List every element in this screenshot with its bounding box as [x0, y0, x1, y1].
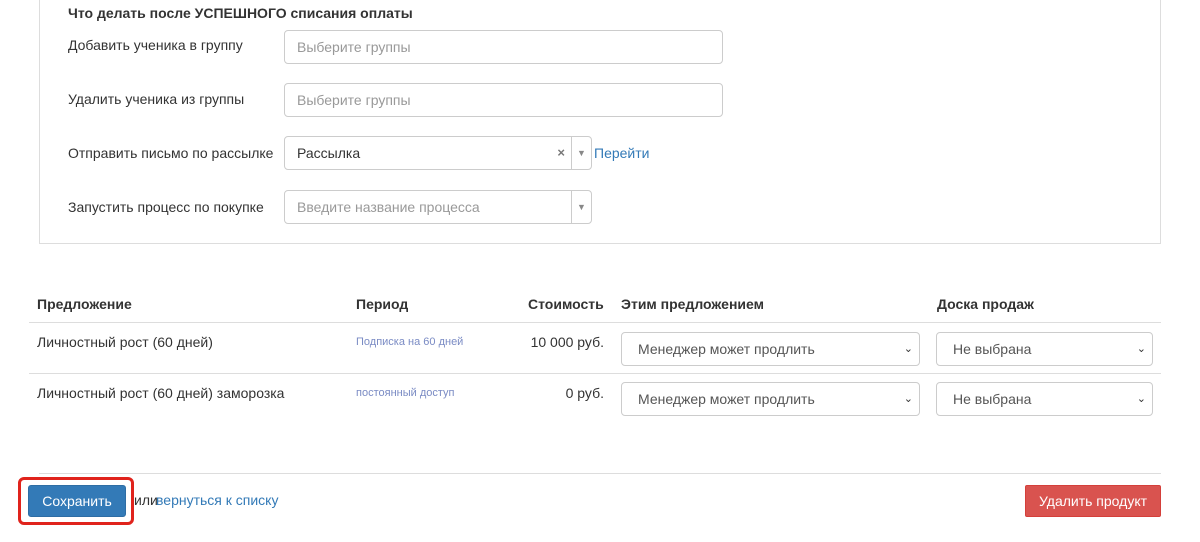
sales-board-select-value: Не выбрана [953, 341, 1032, 357]
price: 10 000 руб. [530, 334, 604, 350]
column-header-period: Период [356, 296, 409, 312]
add-to-group-placeholder: Выберите группы [297, 39, 411, 55]
remove-from-group-placeholder: Выберите группы [297, 92, 411, 108]
period-label: Подписка на 60 дней [356, 336, 464, 348]
process-select-placeholder: Введите название процесса [297, 199, 480, 215]
send-mail-label: Отправить письмо по рассылке [68, 145, 274, 161]
dropdown-arrow-icon[interactable]: ▼ [571, 191, 591, 223]
mailing-select-value: Рассылка [297, 145, 361, 161]
start-process-label: Запустить процесс по покупке [68, 199, 264, 215]
mailing-select[interactable]: Рассылка × ▼ [284, 136, 592, 170]
sales-board-select[interactable]: Не выбрана ⌄ [936, 382, 1153, 416]
offer-name: Личностный рост (60 дней) [37, 334, 213, 350]
offer-name: Личностный рост (60 дней) заморозка [37, 385, 285, 401]
footer-divider [39, 473, 1161, 474]
period-label: постоянный доступ [356, 387, 455, 399]
column-header-action: Этим предложением [621, 296, 764, 312]
add-to-group-label: Добавить ученика в группу [68, 37, 243, 53]
highlight-box [18, 477, 134, 525]
back-to-list-link[interactable]: вернуться к списку [156, 492, 278, 508]
chevron-down-icon: ⌄ [1136, 343, 1146, 355]
sales-board-select-value: Не выбрана [953, 391, 1032, 407]
goto-mailing-link[interactable]: Перейти [594, 145, 649, 161]
table-divider [29, 322, 1161, 323]
chevron-down-icon: ⌄ [903, 343, 913, 355]
section-title: Что делать после УСПЕШНОГО списания опла… [68, 5, 413, 21]
dropdown-arrow-icon[interactable]: ▼ [571, 137, 591, 169]
action-select[interactable]: Менеджер может продлить ⌄ [621, 382, 920, 416]
or-text: или [134, 492, 158, 508]
action-select[interactable]: Менеджер может продлить ⌄ [621, 332, 920, 366]
chevron-down-icon: ⌄ [1136, 393, 1146, 405]
column-header-board: Доска продаж [937, 296, 1034, 312]
chevron-down-icon: ⌄ [903, 393, 913, 405]
price: 0 руб. [565, 385, 604, 401]
table-divider [29, 373, 1161, 374]
action-select-value: Менеджер может продлить [638, 341, 815, 357]
column-header-offer: Предложение [37, 296, 132, 312]
sales-board-select[interactable]: Не выбрана ⌄ [936, 332, 1153, 366]
column-header-price: Стоимость [528, 296, 604, 312]
clear-icon[interactable]: × [557, 137, 565, 169]
remove-from-group-input[interactable]: Выберите группы [284, 83, 723, 117]
remove-from-group-label: Удалить ученика из группы [68, 91, 245, 107]
action-select-value: Менеджер может продлить [638, 391, 815, 407]
process-select[interactable]: Введите название процесса ▼ [284, 190, 592, 224]
delete-product-button[interactable]: Удалить продукт [1025, 485, 1161, 517]
add-to-group-input[interactable]: Выберите группы [284, 30, 723, 64]
